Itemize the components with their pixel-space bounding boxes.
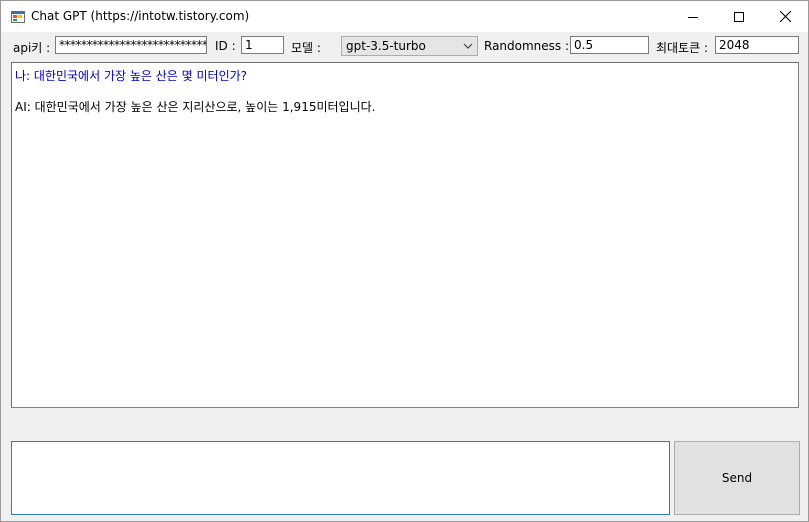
ai-message: AI: 대한민국에서 가장 높은 산은 지리산으로, 높이는 1,915미터입니… bbox=[15, 100, 376, 114]
window-title: Chat GPT (https://intotw.tistory.com) bbox=[31, 9, 250, 23]
chevron-down-icon bbox=[463, 43, 473, 49]
max-tokens-field[interactable]: 2048 bbox=[715, 36, 799, 54]
id-field[interactable]: 1 bbox=[241, 36, 284, 54]
id-label: ID : bbox=[215, 39, 236, 53]
title-bar: Chat GPT (https://intotw.tistory.com) bbox=[1, 1, 808, 32]
send-button[interactable]: Send bbox=[674, 441, 800, 515]
close-icon bbox=[779, 11, 791, 22]
app-window: Chat GPT (https://intotw.tistory.com) ap… bbox=[0, 0, 809, 522]
minimize-icon bbox=[688, 16, 698, 18]
maximize-icon bbox=[734, 11, 744, 22]
maximize-button[interactable] bbox=[716, 1, 762, 32]
app-icon bbox=[11, 10, 25, 24]
close-button[interactable] bbox=[762, 1, 808, 32]
minimize-button[interactable] bbox=[670, 1, 716, 32]
message-input[interactable] bbox=[11, 441, 670, 515]
model-label: 모델 : bbox=[291, 41, 321, 55]
model-select-value: gpt-3.5-turbo bbox=[346, 39, 426, 53]
api-key-label: api키 : bbox=[13, 41, 51, 55]
api-key-field[interactable]: ************************************ bbox=[55, 36, 207, 54]
user-message: 나: 대한민국에서 가장 높은 산은 몇 미터인가? bbox=[15, 69, 248, 83]
chat-transcript[interactable]: 나: 대한민국에서 가장 높은 산은 몇 미터인가? AI: 대한민국에서 가장… bbox=[11, 62, 799, 408]
randomness-label: Randomness : bbox=[484, 39, 570, 53]
max-tokens-label: 최대토큰 : bbox=[656, 41, 709, 55]
model-select[interactable]: gpt-3.5-turbo bbox=[341, 36, 478, 56]
randomness-field[interactable]: 0.5 bbox=[570, 36, 649, 54]
